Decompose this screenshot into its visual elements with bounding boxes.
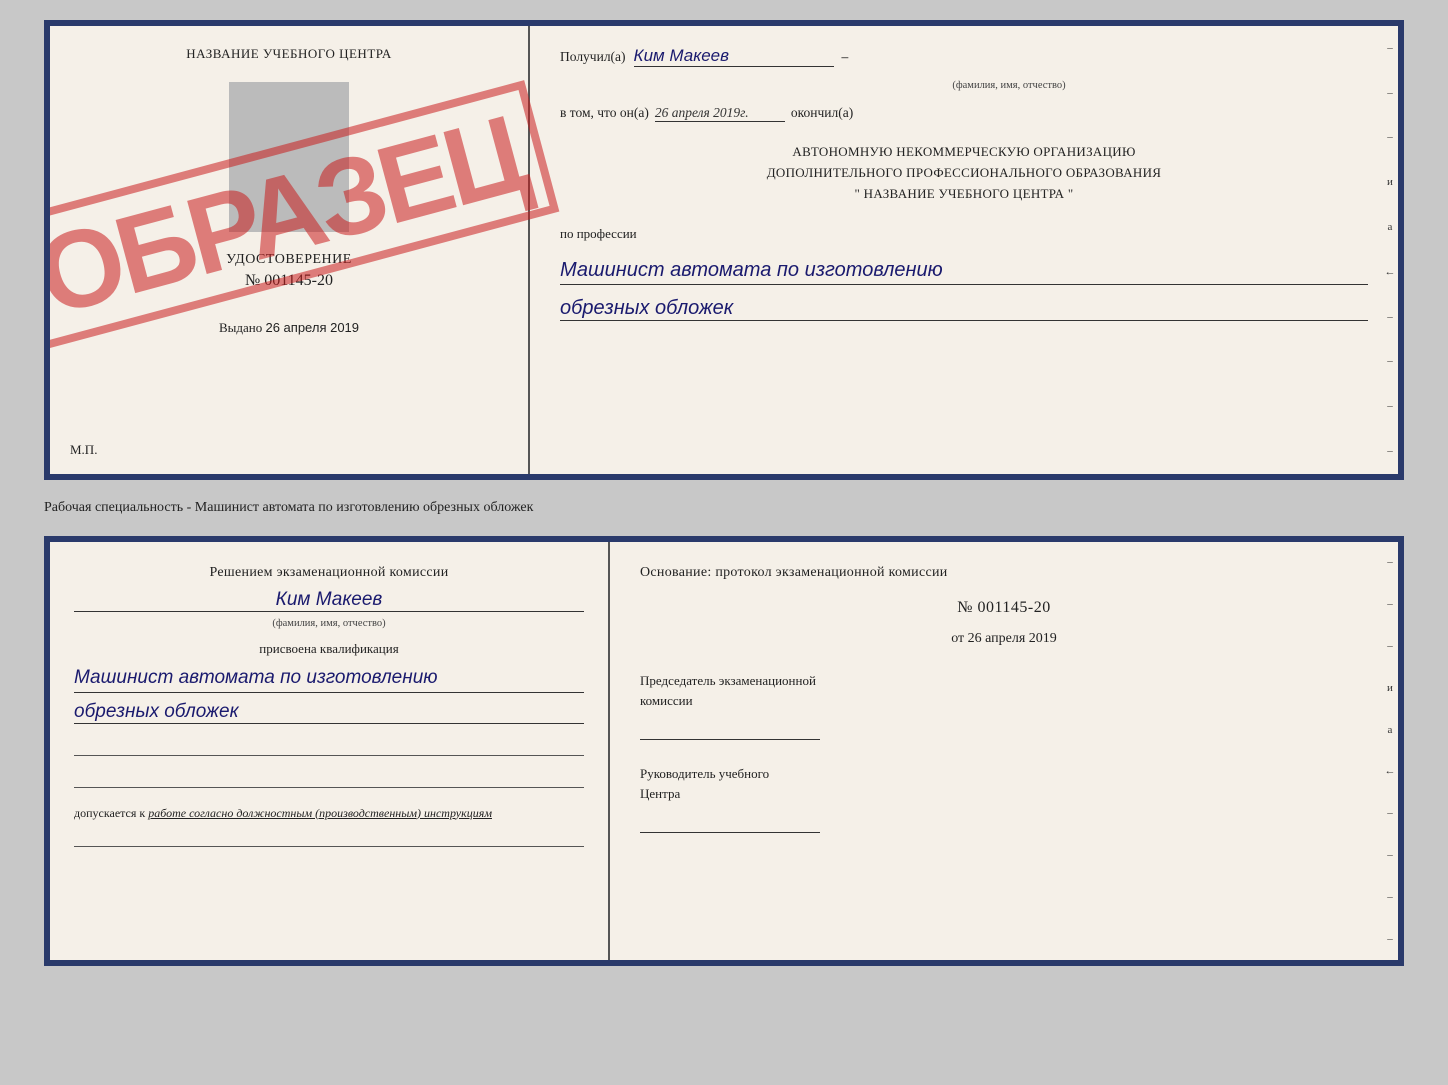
rukovoditel-sign-line: [640, 811, 820, 833]
predsedatel-block: Председатель экзаменационной комиссии: [640, 671, 1368, 740]
ot-date-value: 26 апреля 2019: [968, 631, 1057, 646]
btm-side-dash-4: и: [1387, 683, 1393, 694]
rukovoditel-line1: Руководитель учебного: [640, 764, 1368, 784]
btm-side-dash-10: –: [1387, 934, 1393, 945]
blank-line-2: [74, 770, 584, 788]
dopuskaetsya-line: допускается к работе согласно должностны…: [74, 806, 584, 821]
blank-line-1: [74, 738, 584, 756]
org-line3: " НАЗВАНИЕ УЧЕБНОГО ЦЕНТРА ": [560, 184, 1368, 205]
received-line: Получил(а) Ким Макеев –: [560, 46, 1368, 67]
bottom-fio-label: (фамилия, имя, отчество): [74, 618, 584, 629]
side-dashes-bottom: – – – и а ← – – – –: [1382, 542, 1398, 960]
side-dash-7: –: [1387, 312, 1393, 323]
fio-label-top: (фамилия, имя, отчество): [650, 80, 1368, 91]
bottom-document: Решением экзаменационной комиссии Ким Ма…: [44, 536, 1404, 966]
vtom-label: в том, что он(а): [560, 105, 649, 121]
predsedatel-sign-line: [640, 718, 820, 740]
profession-line1-top: Машинист автомата по изготовлению: [560, 256, 1368, 285]
side-dash-4: и: [1387, 177, 1393, 188]
rukovoditel-block: Руководитель учебного Центра: [640, 764, 1368, 833]
photo-placeholder: [229, 82, 349, 232]
predsedatel-line1: Председатель экзаменационной: [640, 671, 1368, 691]
vydano-label: Выдано: [219, 320, 262, 335]
btm-side-dash-8: –: [1387, 850, 1393, 861]
side-dash-1: –: [1387, 43, 1393, 54]
separator-label: Рабочая специальность - Машинист автомат…: [44, 498, 1404, 518]
bottom-blank-line: [74, 831, 584, 847]
side-dash-5: а: [1388, 222, 1393, 233]
school-name-top: НАЗВАНИЕ УЧЕБНОГО ЦЕНТРА: [186, 46, 391, 62]
side-dash-2: –: [1387, 88, 1393, 99]
predsedatel-line2: комиссии: [640, 691, 1368, 711]
btm-side-dash-1: –: [1387, 557, 1393, 568]
btm-side-dash-9: –: [1387, 892, 1393, 903]
ot-label: от: [951, 631, 964, 646]
side-dash-10: –: [1387, 446, 1393, 457]
vtom-line: в том, что он(а) 26 апреля 2019г. окончи…: [560, 105, 1368, 122]
org-line1: АВТОНОМНУЮ НЕКОММЕРЧЕСКУЮ ОРГАНИЗАЦИЮ: [560, 142, 1368, 163]
top-doc-left: НАЗВАНИЕ УЧЕБНОГО ЦЕНТРА УДОСТОВЕРЕНИЕ №…: [50, 26, 530, 474]
mp-label: М.П.: [70, 442, 97, 458]
dash-after-name: –: [842, 49, 849, 65]
bottom-doc-left: Решением экзаменационной комиссии Ким Ма…: [50, 542, 610, 960]
protocol-number: № 001145-20: [640, 599, 1368, 617]
ot-date: от 26 апреля 2019: [640, 631, 1368, 647]
resheniem-title: Решением экзаменационной комиссии: [74, 562, 584, 583]
org-line2: ДОПОЛНИТЕЛЬНОГО ПРОФЕССИОНАЛЬНОГО ОБРАЗО…: [560, 163, 1368, 184]
btm-side-dash-3: –: [1387, 641, 1393, 652]
prisvoena-label: присвоена квалификация: [74, 641, 584, 657]
bottom-profession-line1: Машинист автомата по изготовлению: [74, 665, 584, 693]
cert-number: № 001145-20: [245, 272, 333, 290]
osnovanie-title: Основание: протокол экзаменационной коми…: [640, 562, 1368, 583]
rukovoditel-line2: Центра: [640, 784, 1368, 804]
btm-side-dash-6: ←: [1385, 766, 1396, 777]
side-dash-9: –: [1387, 401, 1393, 412]
vtom-date: 26 апреля 2019г.: [655, 105, 785, 122]
side-dash-3: –: [1387, 132, 1393, 143]
org-block: АВТОНОМНУЮ НЕКОММЕРЧЕСКУЮ ОРГАНИЗАЦИЮ ДО…: [560, 142, 1368, 204]
btm-side-dash-5: а: [1388, 725, 1393, 736]
received-label: Получил(а): [560, 49, 626, 65]
btm-side-dash-2: –: [1387, 599, 1393, 610]
bottom-doc-right: Основание: протокол экзаменационной коми…: [610, 542, 1398, 960]
profession-line2-top: обрезных обложек: [560, 297, 1368, 321]
okончил-label: окончил(а): [791, 105, 853, 121]
cert-title: УДОСТОВЕРЕНИЕ: [226, 252, 352, 268]
dopusk-prefix: допускается к: [74, 806, 145, 820]
bottom-profession-line2: обрезных обложек: [74, 701, 584, 724]
side-dash-6: ←: [1385, 267, 1396, 278]
top-document: НАЗВАНИЕ УЧЕБНОГО ЦЕНТРА УДОСТОВЕРЕНИЕ №…: [44, 20, 1404, 480]
received-name: Ким Макеев: [634, 46, 834, 67]
btm-side-dash-7: –: [1387, 808, 1393, 819]
side-dash-8: –: [1387, 356, 1393, 367]
po-professii: по профессии: [560, 226, 1368, 242]
vydano-date: 26 апреля 2019: [265, 320, 359, 335]
bottom-person-name: Ким Макеев: [74, 589, 584, 612]
side-dashes-top: – – – и а ← – – – –: [1382, 26, 1398, 474]
dopusk-text: работе согласно должностным (производств…: [148, 806, 492, 820]
top-doc-right: Получил(а) Ким Макеев – (фамилия, имя, о…: [530, 26, 1398, 474]
vydano-line: Выдано 26 апреля 2019: [219, 320, 359, 336]
